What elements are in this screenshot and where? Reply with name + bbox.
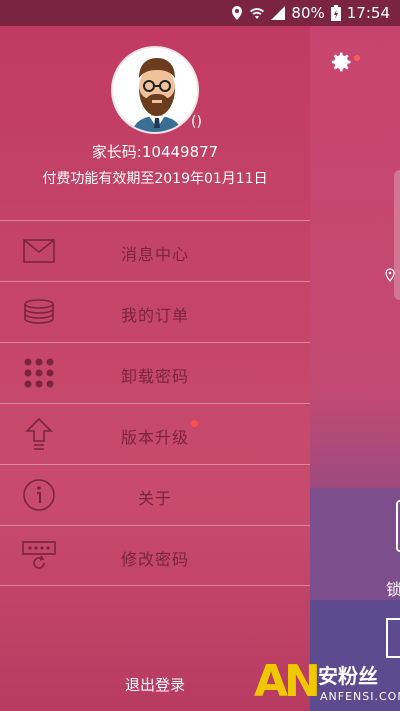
menu-label-orders: 我的订单	[120, 306, 189, 325]
username-text: ()	[191, 114, 202, 130]
menu-item-change-password[interactable]: 修改密码	[0, 525, 310, 586]
bearded-man-avatar-icon	[113, 48, 197, 132]
menu-item-upgrade[interactable]: 版本升级	[0, 403, 310, 464]
menu-label-upgrade: 版本升级	[120, 428, 189, 447]
signal-icon	[271, 6, 286, 20]
settings-badge	[354, 55, 360, 61]
menu-label-change-password: 修改密码	[120, 550, 189, 569]
watermark-en-text: ANFENSI.COM	[320, 690, 400, 703]
box-outline-icon	[386, 618, 400, 658]
battery-percent: 80%	[291, 4, 325, 22]
status-bar: 80% 17:54	[0, 0, 400, 26]
menu-label-messages: 消息中心	[120, 245, 189, 264]
settings-gear-icon[interactable]	[326, 48, 354, 76]
menu-item-uninstall-password[interactable]: 卸载密码	[0, 342, 310, 403]
clock: 17:54	[346, 4, 390, 22]
location-icon	[232, 6, 243, 20]
battery-icon	[330, 5, 341, 21]
subscription-expiry-text: 付费功能有效期至2019年01月11日	[42, 171, 268, 187]
phone-outline-icon	[396, 500, 400, 552]
watermark-cn-text: 安粉丝	[318, 664, 378, 688]
menu-item-orders[interactable]: 我的订单	[0, 281, 310, 342]
menu-item-messages[interactable]: 消息中心	[0, 220, 310, 281]
drawer-menu: 消息中心 我的订单 卸载密码 版本升级 关于 修改密码	[0, 220, 310, 586]
parent-code-text: 家长码:10449877	[91, 143, 219, 161]
upgrade-badge	[191, 420, 198, 427]
menu-item-about[interactable]: 关于	[0, 464, 310, 525]
menu-label-uninstall-password: 卸载密码	[120, 367, 189, 386]
menu-label-about: 关于	[137, 489, 172, 508]
avatar[interactable]	[111, 46, 199, 134]
wifi-icon	[250, 8, 265, 19]
navigation-drawer: () 家长码:10449877 付费功能有效期至2019年01月11日 消息中心…	[0, 26, 310, 711]
location-pin-icon	[385, 268, 395, 282]
watermark-logo: AN	[254, 656, 321, 707]
background-lock-label: 锁	[386, 580, 400, 599]
